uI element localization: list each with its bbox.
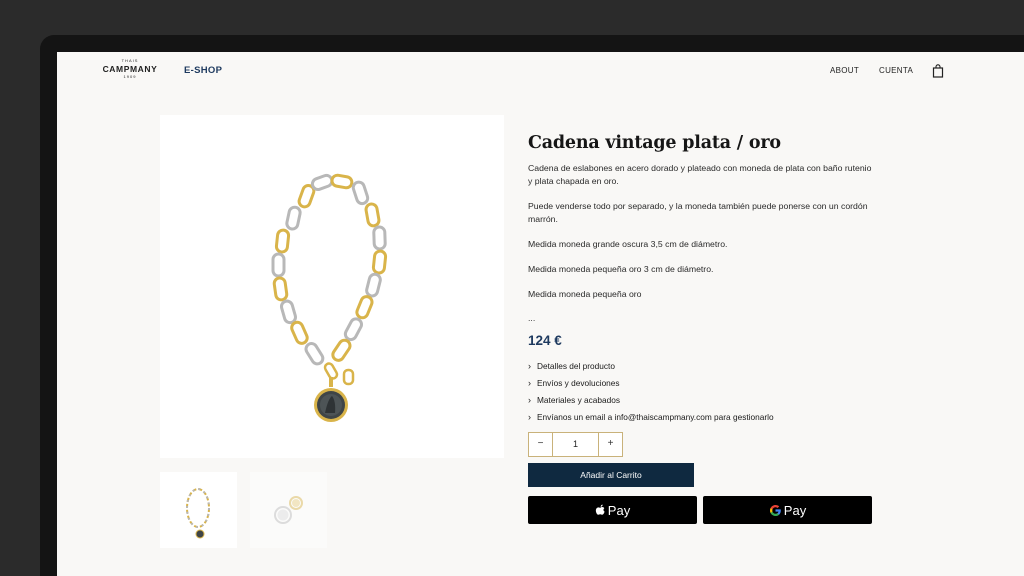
accordion-label: Detalles del producto bbox=[537, 361, 615, 371]
logo-name: CAMPMANY bbox=[102, 64, 158, 74]
product-main-image[interactable] bbox=[160, 115, 504, 458]
accordion-email-contact[interactable]: › Envíanos un email a info@thaiscampmany.… bbox=[528, 412, 774, 422]
google-pay-button[interactable]: Pay bbox=[703, 496, 872, 524]
quantity-decrease-button[interactable]: − bbox=[529, 433, 552, 456]
apple-pay-label: Pay bbox=[607, 502, 631, 518]
google-g-icon bbox=[769, 504, 782, 517]
logo-year: 1909 bbox=[123, 74, 137, 79]
product-title: Cadena vintage plata / oro bbox=[528, 133, 781, 153]
apple-icon bbox=[595, 504, 606, 517]
google-pay-label: Pay bbox=[783, 502, 807, 518]
accordion-materials[interactable]: › Materiales y acabados bbox=[528, 395, 620, 405]
product-description-2: Puede venderse todo por separado, y la m… bbox=[528, 201, 868, 224]
nav-eshop[interactable]: E-SHOP bbox=[184, 65, 222, 76]
site-header: THAIS CAMPMANY 1909 E-SHOP ABOUT CUENTA bbox=[57, 52, 1024, 92]
product-description-3: Medida moneda grande oscura 3,5 cm de di… bbox=[528, 239, 728, 249]
product-thumbnail-1[interactable] bbox=[160, 472, 237, 548]
necklace-image bbox=[271, 173, 388, 422]
nav-about[interactable]: ABOUT bbox=[830, 66, 859, 75]
product-description-4: Medida moneda pequeña oro 3 cm de diámet… bbox=[528, 264, 714, 274]
chevron-right-icon: › bbox=[528, 412, 531, 422]
product-price: 124 € bbox=[528, 333, 562, 348]
product-thumbnail-2[interactable] bbox=[250, 472, 327, 548]
chevron-right-icon: › bbox=[528, 361, 531, 371]
accordion-label: Envíos y devoluciones bbox=[537, 378, 620, 388]
quantity-input[interactable]: 1 bbox=[552, 433, 599, 456]
product-description-5: Medida moneda pequeña oro bbox=[528, 289, 642, 299]
quantity-increase-button[interactable]: + bbox=[599, 433, 622, 456]
product-description-ellipsis: ... bbox=[528, 313, 536, 323]
product-description-1: Cadena de eslabones en acero dorado y pl… bbox=[528, 163, 872, 186]
accordion-label: Envíanos un email a info@thaiscampmany.c… bbox=[537, 412, 774, 422]
chevron-right-icon: › bbox=[528, 378, 531, 388]
chevron-right-icon: › bbox=[528, 395, 531, 405]
quantity-stepper: − 1 + bbox=[528, 432, 623, 457]
accordion-product-details[interactable]: › Detalles del producto bbox=[528, 361, 615, 371]
accordion-label: Materiales y acabados bbox=[537, 395, 621, 405]
browser-screen: THAIS CAMPMANY 1909 E-SHOP ABOUT CUENTA bbox=[57, 52, 1024, 576]
shopping-bag-icon[interactable] bbox=[932, 64, 944, 78]
add-to-cart-button[interactable]: Añadir al Carrito bbox=[528, 463, 694, 487]
apple-pay-button[interactable]: Pay bbox=[528, 496, 697, 524]
brand-logo[interactable]: THAIS CAMPMANY 1909 bbox=[101, 58, 159, 80]
accordion-shipping-returns[interactable]: › Envíos y devoluciones bbox=[528, 378, 620, 388]
nav-account[interactable]: CUENTA bbox=[879, 66, 913, 75]
